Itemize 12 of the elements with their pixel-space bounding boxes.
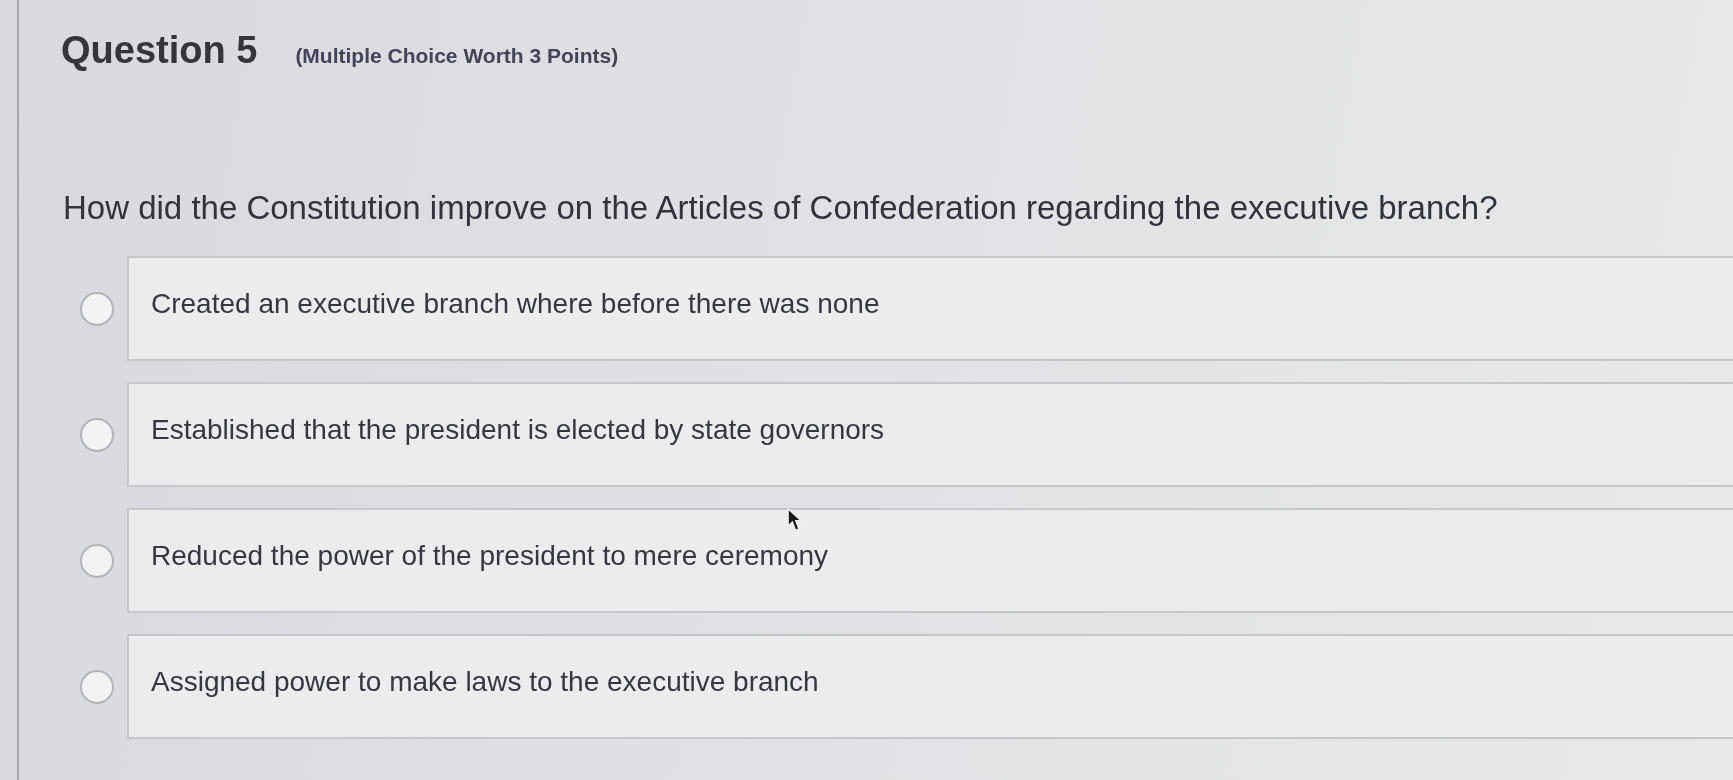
question-points: (Multiple Choice Worth 3 Points) [295,44,619,68]
answer-option[interactable]: Assigned power to make laws to the executive branch [127,634,1733,739]
question-text: How did the Constitution improve on the Articles of Confederation regarding the executive branch? [63,188,1499,228]
radio-button[interactable] [80,669,114,704]
mouse-pointer-icon [787,508,802,531]
radio-button[interactable] [80,291,114,326]
answer-option[interactable]: Reduced the power of the president to mere ceremony [127,508,1733,613]
answer-option[interactable]: Created an executive branch where before there was none [127,256,1733,361]
answer-option[interactable]: Established that the president is elected by state governors [127,382,1733,487]
radio-button[interactable] [80,417,114,452]
radio-button[interactable] [80,543,114,578]
question-number: Question 5 [61,28,258,72]
